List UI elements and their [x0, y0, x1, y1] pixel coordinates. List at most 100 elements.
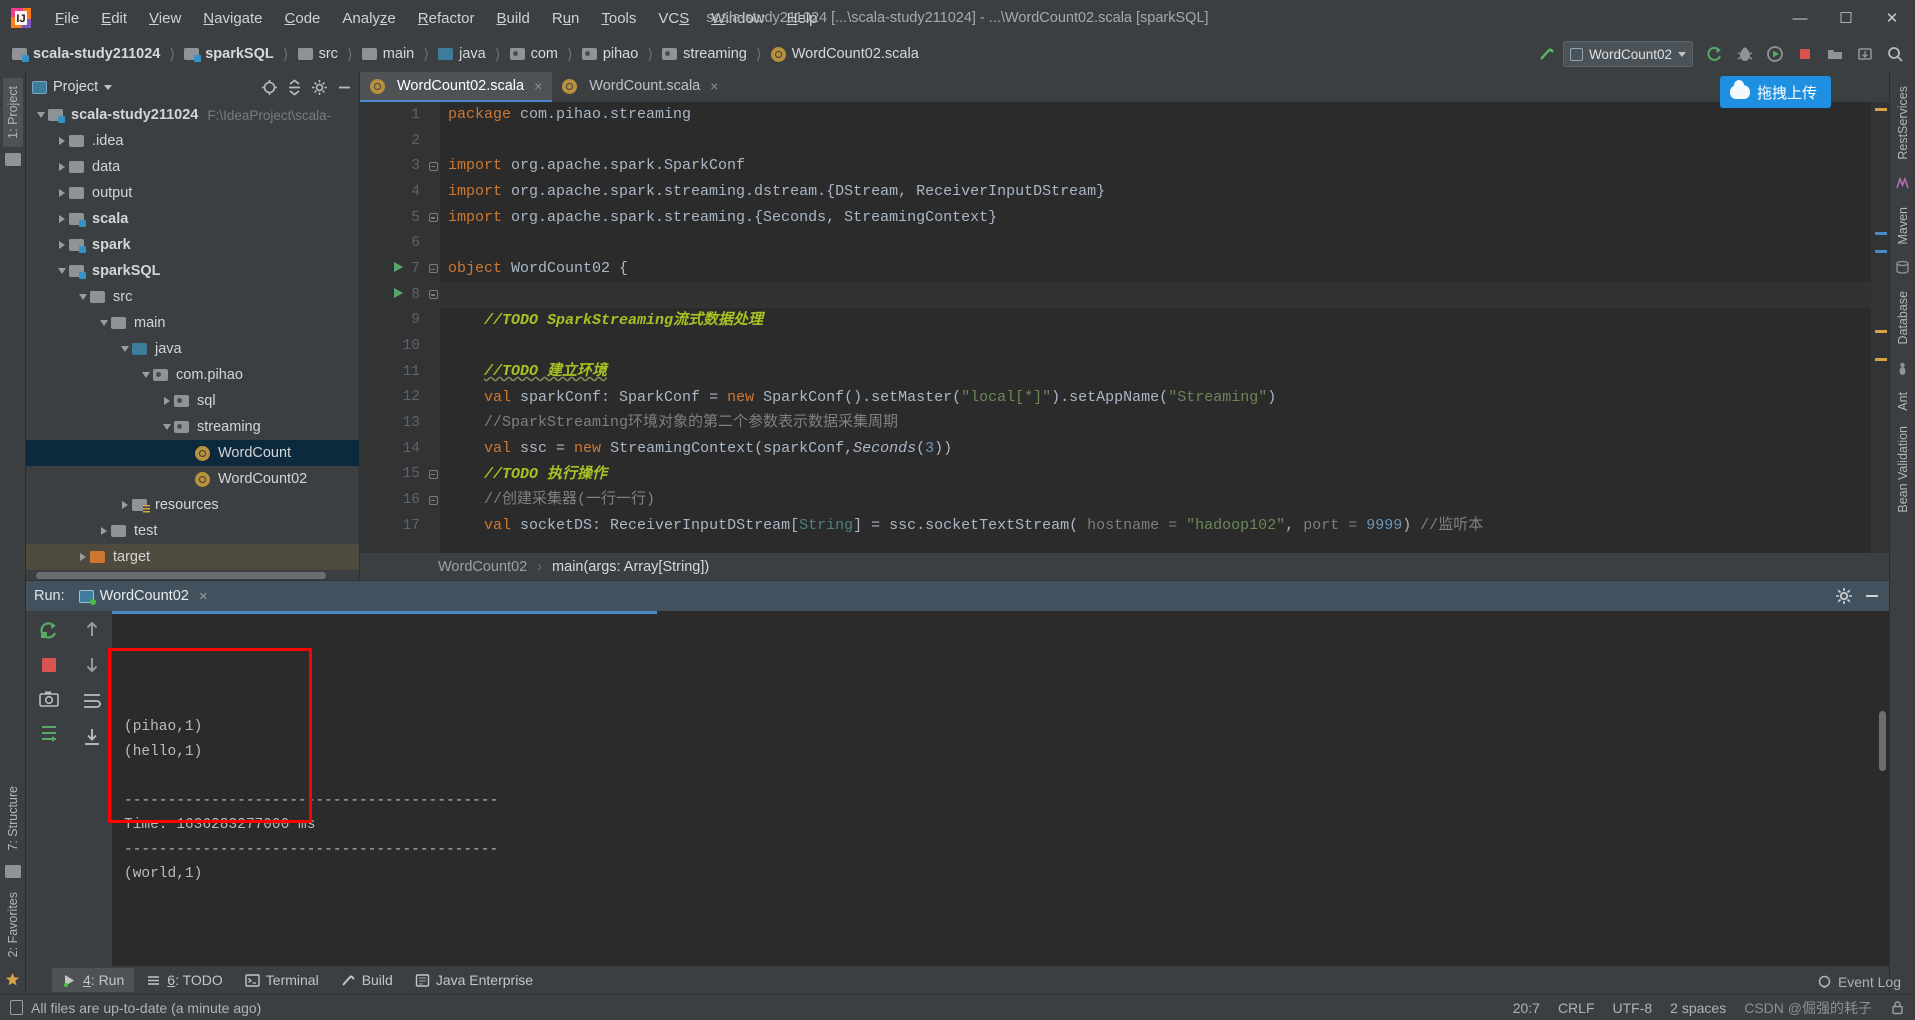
run-gutter-icon[interactable] — [394, 261, 404, 277]
run-gutter-icon[interactable] — [394, 287, 404, 303]
hide-panel-icon[interactable] — [1863, 587, 1881, 605]
tool-tab-maven[interactable]: Maven — [1893, 199, 1913, 253]
code-editor[interactable]: 1 2 3 4 5 6 7 8 9 10 11 12 13 14 15 16 17 package com.pi… — [360, 102, 1889, 553]
code-line[interactable] — [448, 230, 1871, 256]
tool-tab-favorites[interactable]: 2: Favorites — [3, 884, 23, 965]
stop-icon[interactable] — [1791, 41, 1819, 67]
menu-help[interactable]: Help — [776, 6, 829, 31]
menu-tools[interactable]: Tools — [590, 6, 647, 31]
collapse-all-icon[interactable] — [286, 78, 303, 96]
tree-twisty[interactable] — [55, 163, 69, 171]
fold-marker[interactable] — [426, 153, 440, 179]
code-line[interactable] — [448, 128, 1871, 154]
console-output[interactable]: (pihao,1) (hello,1) ---------------------… — [112, 611, 1889, 966]
soft-wrap-icon[interactable] — [82, 691, 102, 711]
code-line[interactable]: import org.apache.spark.SparkConf — [448, 153, 1871, 179]
project-tree[interactable]: scala-study211024 F:\IdeaProject\scala- .i… — [26, 102, 359, 571]
chevron-down-icon[interactable] — [79, 294, 87, 300]
rerun-icon[interactable] — [1701, 41, 1729, 67]
project-tree-hscrollbar[interactable] — [26, 571, 359, 580]
breadcrumb-method[interactable]: main(args: Array[String]) — [552, 559, 709, 575]
bottom-tab-todo[interactable]: 6: TODO — [136, 968, 233, 992]
menu-analyze[interactable]: Analyze — [331, 6, 406, 31]
tree-twisty[interactable] — [118, 346, 132, 352]
structure-icon[interactable] — [4, 864, 21, 878]
chevron-right-icon[interactable] — [59, 189, 65, 197]
fold-marker[interactable] — [426, 179, 440, 205]
breadcrumb-item-pihao[interactable]: pihao — [578, 44, 640, 64]
source-code[interactable]: package com.pihao.streaming import org.a… — [440, 102, 1871, 553]
ant-icon[interactable] — [1895, 361, 1910, 376]
close-button[interactable]: ✕ — [1869, 0, 1915, 36]
tree-node-scala-study211024[interactable]: scala-study211024 F:\IdeaProject\scala- — [26, 102, 359, 128]
build-icon[interactable] — [1533, 41, 1561, 67]
fold-marker[interactable] — [426, 385, 440, 411]
tree-twisty[interactable] — [55, 215, 69, 223]
chevron-down-icon[interactable] — [100, 320, 108, 326]
fold-marker[interactable] — [426, 436, 440, 462]
breadcrumb-item-project[interactable]: scala-study211024 — [8, 44, 162, 64]
tree-node-scala[interactable]: scala — [26, 206, 359, 232]
chevron-right-icon[interactable] — [59, 215, 65, 223]
fold-marker[interactable] — [426, 513, 440, 539]
tree-twisty[interactable] — [55, 241, 69, 249]
editor-tab-wordcount[interactable]: WordCount.scala × — [552, 72, 728, 102]
tree-node-streaming[interactable]: streaming — [26, 414, 359, 440]
lock-icon[interactable] — [1890, 1000, 1905, 1015]
settings-gear-icon[interactable] — [1835, 587, 1853, 605]
menu-file[interactable]: File — [44, 6, 90, 31]
tree-node--idea[interactable]: .idea — [26, 128, 359, 154]
tree-node-com-pihao[interactable]: com.pihao — [26, 362, 359, 388]
menu-window[interactable]: Window — [700, 6, 775, 31]
tree-twisty[interactable] — [118, 501, 132, 509]
fold-marker[interactable] — [426, 359, 440, 385]
tree-node-target[interactable]: target — [26, 544, 359, 570]
console-vscrollbar[interactable] — [1879, 711, 1886, 771]
folder-icon[interactable] — [4, 152, 21, 166]
close-icon[interactable]: × — [534, 78, 542, 94]
code-line[interactable]: //TODO 建立环境 — [448, 359, 1871, 385]
tree-node-output[interactable]: output — [26, 180, 359, 206]
hide-panel-icon[interactable] — [336, 79, 353, 96]
tool-tab-restservices[interactable]: RestServices — [1893, 78, 1913, 168]
update-project-icon[interactable] — [1851, 41, 1879, 67]
menu-vcs[interactable]: VCS — [647, 6, 700, 31]
editor-markers-column[interactable] — [1871, 102, 1889, 553]
code-line[interactable] — [448, 333, 1871, 359]
tree-twisty[interactable] — [55, 137, 69, 145]
rerun-icon[interactable] — [38, 619, 60, 641]
tree-node-java[interactable]: java — [26, 336, 359, 362]
breadcrumb-item-src[interactable]: src — [294, 44, 340, 64]
menu-edit[interactable]: Edit — [90, 6, 138, 31]
bottom-tab-build[interactable]: Build — [331, 968, 403, 992]
tree-twisty[interactable] — [55, 268, 69, 274]
breadcrumb-item-streaming[interactable]: streaming — [658, 44, 749, 64]
breadcrumb-item-java[interactable]: java — [434, 44, 488, 64]
run-tab-wordcount02[interactable]: WordCount02 × — [73, 588, 214, 605]
tree-node-data[interactable]: data — [26, 154, 359, 180]
fold-marker[interactable] — [426, 282, 440, 308]
maven-icon[interactable] — [1895, 176, 1910, 191]
fold-marker[interactable] — [426, 462, 440, 488]
chevron-right-icon[interactable] — [164, 397, 170, 405]
chevron-down-icon[interactable] — [163, 424, 171, 430]
chevron-down-icon[interactable] — [104, 84, 113, 90]
file-encoding[interactable]: UTF-8 — [1613, 1000, 1653, 1016]
database-icon[interactable] — [1895, 260, 1910, 275]
code-folding-column[interactable] — [426, 102, 440, 553]
locate-icon[interactable] — [261, 79, 278, 96]
fold-marker[interactable] — [426, 205, 440, 231]
tree-twisty[interactable] — [97, 527, 111, 535]
close-icon[interactable]: × — [710, 78, 718, 94]
chevron-right-icon[interactable] — [59, 163, 65, 171]
open-folder-icon[interactable] — [1821, 41, 1849, 67]
chevron-down-icon[interactable] — [58, 268, 66, 274]
chevron-down-icon[interactable] — [142, 372, 150, 378]
tree-twisty[interactable] — [55, 189, 69, 197]
tree-twisty[interactable] — [34, 112, 48, 118]
menu-refactor[interactable]: Refactor — [407, 6, 486, 31]
tree-node-sparksql[interactable]: sparkSQL — [26, 258, 359, 284]
tree-node-wordcount02[interactable]: WordCount02 — [26, 466, 359, 492]
fold-marker[interactable] — [426, 410, 440, 436]
tree-node-sql[interactable]: sql — [26, 388, 359, 414]
